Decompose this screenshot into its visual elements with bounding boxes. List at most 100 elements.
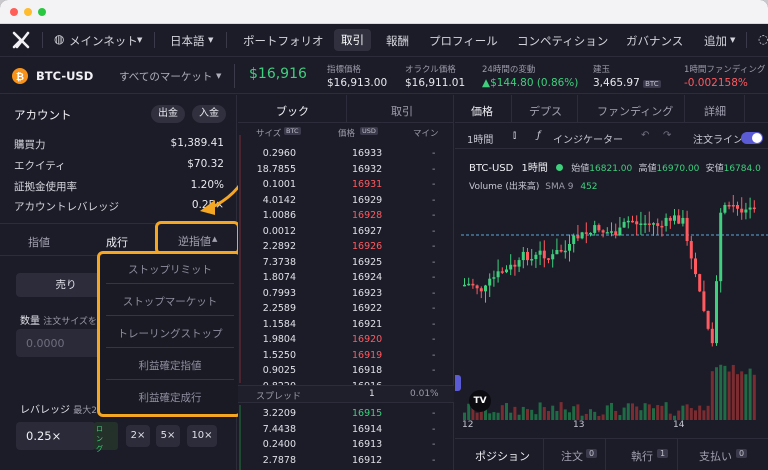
orderbook-row[interactable]: 2.2589 16922 - [238, 301, 454, 317]
candle-body [626, 220, 630, 223]
menu-trailing-stop[interactable]: トレーリングストップ [106, 321, 234, 348]
price-chart[interactable] [461, 195, 768, 420]
tab-market[interactable]: 成行 [106, 234, 128, 250]
orderbook-size: 0.1001 [262, 179, 296, 190]
orderbook-row[interactable]: 7.4438 16914 - [238, 422, 454, 438]
orderbook-row[interactable]: 3.2209 16915 - [238, 406, 454, 422]
undo-icon[interactable]: ↶ [641, 130, 649, 141]
chart-side-handle[interactable] [455, 375, 461, 391]
orderbook-row[interactable]: 18.7855 16932 - [238, 162, 454, 178]
tab-trades[interactable]: 取引 [391, 103, 413, 119]
leverage-5x-button[interactable]: 5× [156, 425, 180, 447]
orderbook-row[interactable]: 1.8074 16924 - [238, 270, 454, 286]
candle-body [664, 217, 668, 226]
orderbook-row[interactable]: 7.3738 16925 - [238, 255, 454, 271]
oracle-price-stat: オラクル価格 $16,911.01 [405, 65, 466, 89]
tab-positions[interactable]: ポジション [475, 448, 530, 464]
maximize-dot[interactable] [38, 8, 46, 16]
withdraw-button[interactable]: 出金 [151, 105, 185, 123]
nav-more[interactable]: 追加 [704, 33, 727, 49]
candle-type-icon[interactable]: ⫾ [513, 130, 516, 141]
volume-bar [505, 403, 508, 420]
orderbook-panel: ブック 取引 サイズ BTC 価格 USD マイン 0.2960 16933-18… [238, 95, 454, 470]
candle-body [475, 285, 479, 289]
tab-stop[interactable]: 逆指値 [178, 233, 211, 249]
orderbook-mine: - [432, 303, 436, 314]
redo-icon[interactable]: ↷ [663, 130, 671, 141]
network-selector[interactable]: メインネット [69, 33, 138, 49]
menu-stop-market[interactable]: ストップマーケット [106, 289, 234, 316]
tab-payments[interactable]: 支払い [699, 448, 732, 464]
tab-details[interactable]: 詳細 [704, 103, 726, 119]
candle-body [509, 264, 513, 270]
orderbook-row[interactable]: 0.1001 16931 - [238, 177, 454, 193]
candle-body [500, 271, 504, 273]
volume-bar [719, 364, 723, 420]
order-line-toggle[interactable] [741, 132, 763, 144]
orderbook-row[interactable]: 0.9025 16918 - [238, 363, 454, 379]
volume-bar [639, 410, 643, 420]
volume-bar [547, 410, 550, 420]
candle-body [610, 231, 613, 233]
orderbook-row[interactable]: 4.0142 16929 - [238, 193, 454, 209]
volume-bar [647, 404, 651, 420]
indicators-button[interactable]: インジケーター [553, 131, 623, 146]
orderbook-row[interactable]: 1.0086 16928 - [238, 208, 454, 224]
tab-price[interactable]: 価格 [471, 103, 493, 119]
status-dot-icon [556, 164, 564, 171]
nav-trade[interactable]: 取引 [334, 29, 371, 51]
orderbook-row[interactable]: 1.5250 16919 - [238, 348, 454, 364]
volume-bar [559, 402, 563, 420]
orderbook-mine: - [432, 163, 436, 175]
orderbook-row[interactable]: 1.1584 16921 - [238, 317, 454, 333]
nav-profile[interactable]: プロフィール [429, 33, 498, 49]
deposit-button[interactable]: 入金 [192, 105, 226, 123]
tab-depth[interactable]: デプス [529, 103, 562, 119]
volume-bar [555, 410, 559, 420]
help-icon[interactable]: ◌ [758, 32, 768, 46]
tradingview-logo: TV [469, 390, 491, 412]
orderbook-row[interactable]: 0.0012 16927 - [238, 224, 454, 240]
orderbook-price: 16933 [352, 148, 383, 159]
candle-body [710, 328, 714, 344]
tab-fills[interactable]: 執行 [631, 448, 653, 464]
tab-orders[interactable]: 注文 [561, 448, 583, 464]
menu-take-profit-market[interactable]: 利益確定成行 [106, 385, 234, 412]
close-dot[interactable] [10, 8, 18, 16]
volume-bar [664, 402, 668, 420]
leverage-input[interactable]: 0.25× [16, 422, 96, 450]
menu-stop-limit[interactable]: ストップリミット [106, 257, 234, 284]
orderbook-tabs: ブック 取引 [238, 95, 454, 123]
volume-bar [463, 412, 466, 420]
margin-usage-row: 証拠金使用率 1.20% [14, 179, 224, 193]
tab-book[interactable]: ブック [276, 103, 309, 119]
function-icon[interactable]: ƒ [537, 130, 541, 141]
volume-bar [727, 371, 731, 420]
minimize-dot[interactable] [24, 8, 32, 16]
tab-funding[interactable]: ファンディング [597, 103, 673, 119]
nav-competition[interactable]: コンペティション [517, 33, 608, 49]
leverage-10x-button[interactable]: 10× [187, 425, 217, 447]
orderbook-row[interactable]: 0.2400 16913 - [238, 437, 454, 453]
nav-portfolio[interactable]: ポートフォリオ [243, 33, 324, 49]
all-markets-selector[interactable]: すべてのマーケット [119, 69, 212, 84]
orderbook-row[interactable]: 2.2892 16926 - [238, 239, 454, 255]
nav-governance[interactable]: ガバナンス [626, 33, 683, 49]
interval-selector[interactable]: 1時間 [467, 131, 493, 146]
logo-icon[interactable] [12, 31, 30, 49]
nav-rewards[interactable]: 報酬 [386, 33, 409, 49]
orderbook-row[interactable]: 0.2960 16933 - [238, 146, 454, 162]
order-line-label: 注文ライン [693, 135, 743, 146]
tab-stop-wrapper[interactable]: 逆指値 ▲ [155, 221, 240, 255]
leverage-2x-button[interactable]: 2× [126, 425, 150, 447]
orderbook-row[interactable]: 1.9804 16920 - [238, 332, 454, 348]
menu-take-profit-limit[interactable]: 利益確定指値 [106, 353, 234, 380]
market-symbol[interactable]: BTC-USD [36, 69, 93, 83]
language-selector[interactable]: 日本語 [170, 33, 205, 49]
candle-body [576, 235, 580, 239]
tab-limit[interactable]: 指値 [28, 234, 50, 250]
candle-body [727, 205, 731, 207]
orderbook-row[interactable]: 2.7878 16912 - [238, 453, 454, 469]
orderbook-mine: - [432, 334, 436, 345]
orderbook-row[interactable]: 0.7993 16923 - [238, 286, 454, 302]
